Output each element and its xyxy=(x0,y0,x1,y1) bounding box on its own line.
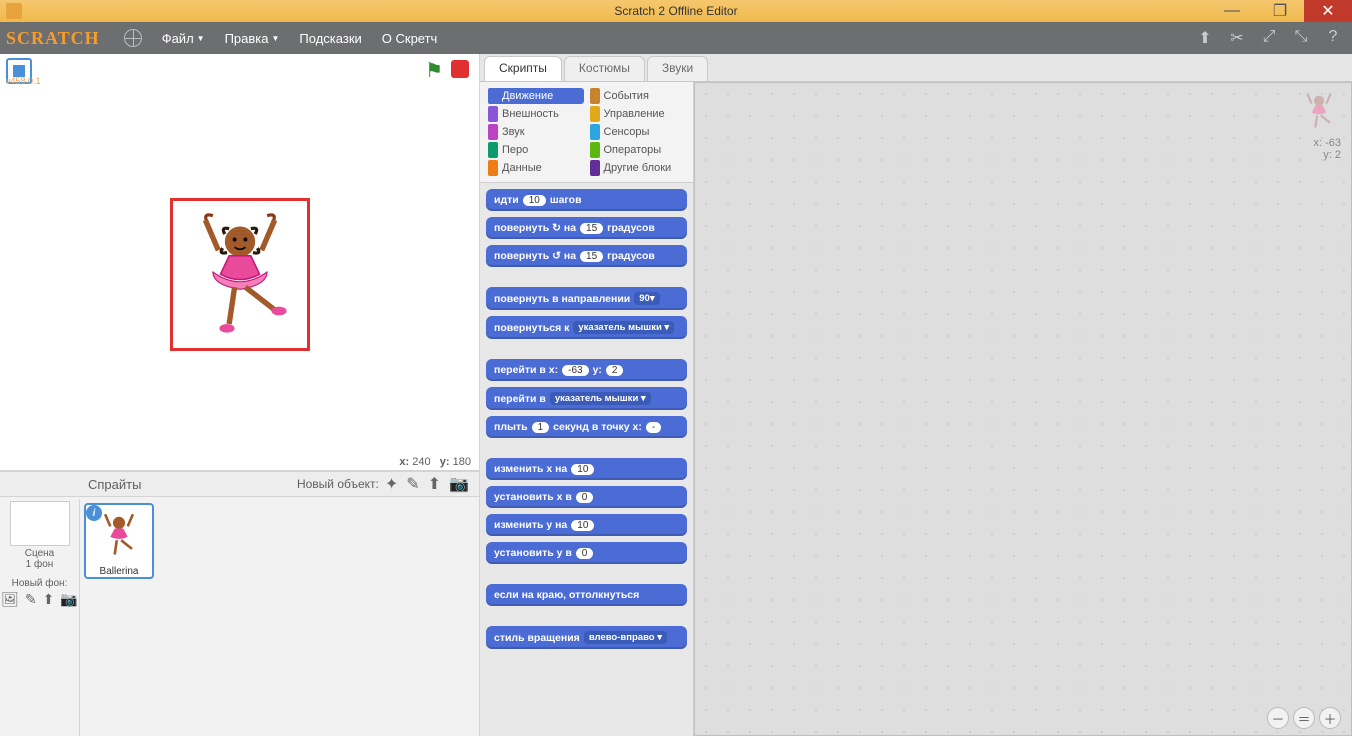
version-label: v458.0.1 xyxy=(6,76,41,86)
zoom-out-button[interactable]: － xyxy=(1267,707,1289,729)
motion-block[interactable]: повернуть ↻ на15градусов xyxy=(486,217,687,239)
zoom-reset-button[interactable]: ＝ xyxy=(1293,707,1315,729)
motion-block[interactable]: перейти вуказатель мышки ▾ xyxy=(486,387,687,410)
sprite-item-ballerina[interactable]: i Ballerina xyxy=(84,503,154,579)
stage-thumb-column: Сцена 1 фон Новый фон: 🖼 ✎ ⬆ 📷 xyxy=(0,499,80,736)
category-grid: Движение События Внешность Управление Звук Се… xyxy=(480,82,693,183)
motion-block[interactable]: перейти в x:-63y:2 xyxy=(486,359,687,381)
app-icon xyxy=(6,3,22,19)
sprite-info-icon[interactable]: i xyxy=(86,505,102,521)
language-icon[interactable] xyxy=(124,29,142,47)
motion-block[interactable]: изменить y на10 xyxy=(486,514,687,536)
menu-tips[interactable]: Подсказки xyxy=(289,22,371,54)
sprite-on-stage[interactable] xyxy=(170,198,310,351)
script-area-sprite-icon xyxy=(1297,89,1341,133)
motion-block[interactable]: повернуть в направлении90▾ xyxy=(486,287,687,310)
motion-block[interactable]: изменить x на10 xyxy=(486,458,687,480)
category-pen[interactable]: Перо xyxy=(488,142,584,158)
tab-costumes[interactable]: Костюмы xyxy=(564,56,645,81)
motion-block[interactable]: повернуть ↺ на15градусов xyxy=(486,245,687,267)
category-more[interactable]: Другие блоки xyxy=(590,160,686,176)
camera-backdrop-icon[interactable]: 📷 xyxy=(60,591,77,608)
help-icon[interactable]: ? xyxy=(1324,28,1342,48)
choose-backdrop-icon[interactable]: 🖼 xyxy=(1,591,19,608)
motion-block[interactable]: идти10шагов xyxy=(486,189,687,211)
green-flag-icon[interactable]: ⚑ xyxy=(425,58,443,83)
stop-icon[interactable] xyxy=(451,60,469,78)
motion-block[interactable]: стиль вращениявлево-вправо ▾ xyxy=(486,626,687,649)
motion-block[interactable]: установить x в0 xyxy=(486,486,687,508)
category-operators[interactable]: Операторы xyxy=(590,142,686,158)
paint-backdrop-icon[interactable]: ✎ xyxy=(25,591,37,608)
tabs: Скрипты Костюмы Звуки xyxy=(480,54,1352,82)
ballerina-sprite-icon xyxy=(185,207,295,337)
scratch-logo[interactable]: SCRATCH xyxy=(6,28,100,49)
paint-sprite-icon[interactable]: ✎ xyxy=(406,474,419,494)
tab-scripts[interactable]: Скрипты xyxy=(484,56,562,81)
motion-block[interactable]: установить y в0 xyxy=(486,542,687,564)
grow-icon[interactable]: ⤢ xyxy=(1260,28,1278,48)
category-sensing[interactable]: Сенсоры xyxy=(590,124,686,140)
zoom-in-button[interactable]: ＋ xyxy=(1319,707,1341,729)
stamp-icon[interactable]: ⬆ xyxy=(1196,28,1214,48)
tab-sounds[interactable]: Звуки xyxy=(647,56,708,81)
motion-block[interactable]: если на краю, оттолкнуться xyxy=(486,584,687,606)
new-backdrop-label: Новый фон: xyxy=(0,578,79,589)
menu-about[interactable]: О Скретч xyxy=(372,22,448,54)
category-events[interactable]: События xyxy=(590,88,686,104)
window-titlebar: Scratch 2 Offline Editor — ❐ ✕ xyxy=(0,0,1352,22)
toolbar-icons: ⬆ ✂ ⤢ ⤡ ? xyxy=(1196,28,1342,48)
motion-block[interactable]: повернуться куказатель мышки ▾ xyxy=(486,316,687,339)
upload-backdrop-icon[interactable]: ⬆ xyxy=(43,591,55,608)
scissors-icon[interactable]: ✂ xyxy=(1228,28,1246,48)
maximize-button[interactable]: ❐ xyxy=(1256,0,1304,22)
menu-file[interactable]: Файл▼ xyxy=(152,22,215,54)
stage[interactable] xyxy=(0,94,479,454)
category-motion[interactable]: Движение xyxy=(488,88,584,104)
sprites-title: Спрайты xyxy=(80,477,141,492)
menu-edit[interactable]: Правка▼ xyxy=(215,22,290,54)
zoom-controls: － ＝ ＋ xyxy=(1267,707,1341,729)
stage-label: Сцена xyxy=(0,548,79,559)
block-list[interactable]: идти10шагов повернуть ↻ на15градусов повер… xyxy=(480,183,693,736)
sprite-list: i Ballerina xyxy=(80,499,479,736)
close-button[interactable]: ✕ xyxy=(1304,0,1352,22)
category-looks[interactable]: Внешность xyxy=(488,106,584,122)
category-sound[interactable]: Звук xyxy=(488,124,584,140)
backdrops-count: 1 фон xyxy=(0,559,79,570)
block-palette: Движение События Внешность Управление Звук Се… xyxy=(480,82,694,736)
script-area-coords: x: -63 y: 2 xyxy=(1313,137,1341,161)
sprite-name: Ballerina xyxy=(86,566,152,577)
upload-sprite-icon[interactable]: ⬆ xyxy=(428,474,441,494)
camera-sprite-icon[interactable]: 📷 xyxy=(449,474,469,494)
choose-sprite-library-icon[interactable]: ✦ xyxy=(385,474,398,494)
motion-block[interactable]: плыть1секунд в точку x:- xyxy=(486,416,687,438)
minimize-button[interactable]: — xyxy=(1208,0,1256,22)
stage-header: v458.0.1 ⚑ xyxy=(0,54,479,94)
stage-coords: x: 240 y: 180 xyxy=(0,454,479,471)
category-data[interactable]: Данные xyxy=(488,160,584,176)
shrink-icon[interactable]: ⤡ xyxy=(1292,28,1310,48)
sprite-panel-header: Спрайты Новый объект: ✦ ✎ ⬆ 📷 xyxy=(0,471,479,497)
menu-bar: SCRATCH Файл▼ Правка▼ Подсказки О Скретч… xyxy=(0,22,1352,54)
stage-thumbnail[interactable] xyxy=(10,501,70,546)
new-object-label: Новый объект: xyxy=(297,477,385,491)
window-title: Scratch 2 Offline Editor xyxy=(614,4,737,18)
category-control[interactable]: Управление xyxy=(590,106,686,122)
window-buttons: — ❐ ✕ xyxy=(1208,0,1352,22)
script-area[interactable]: x: -63 y: 2 － ＝ ＋ xyxy=(694,82,1352,736)
